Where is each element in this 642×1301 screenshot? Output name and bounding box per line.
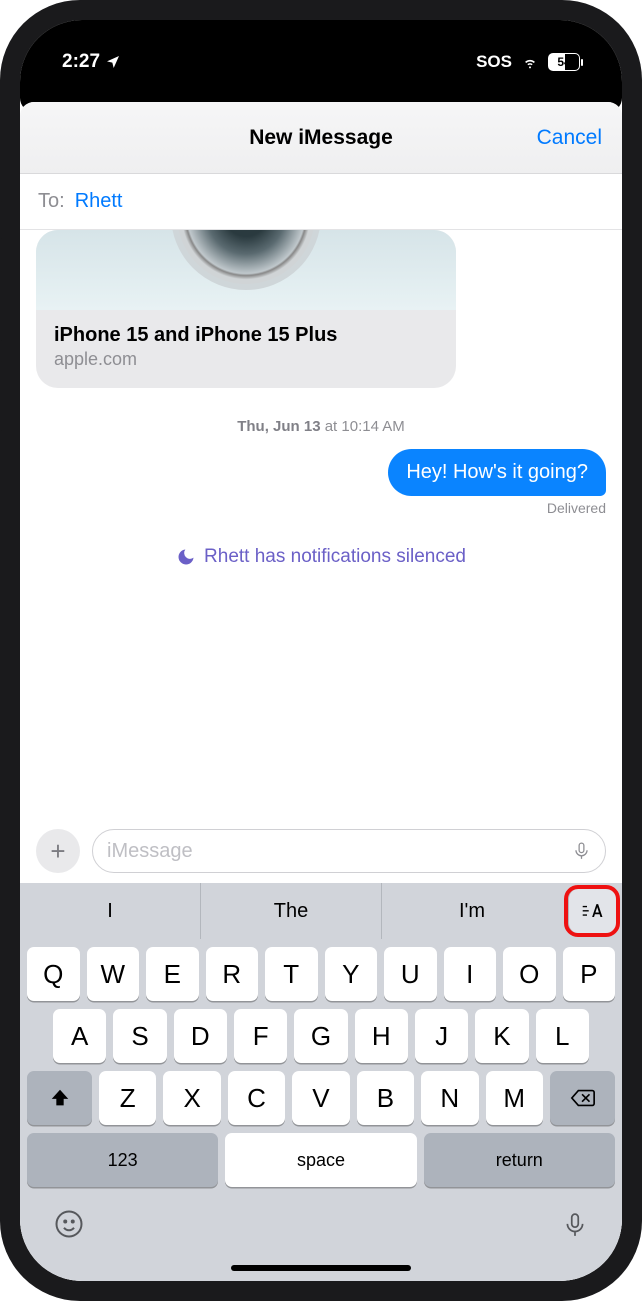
emoji-icon[interactable]	[54, 1209, 84, 1239]
key-r[interactable]: R	[206, 947, 259, 1001]
key-q[interactable]: Q	[27, 947, 80, 1001]
key-i[interactable]: I	[444, 947, 497, 1001]
key-a[interactable]: A	[53, 1009, 106, 1063]
key-o[interactable]: O	[503, 947, 556, 1001]
recipient-field[interactable]: To: Rhett	[20, 174, 622, 230]
space-key[interactable]: space	[225, 1133, 416, 1187]
suggestion-1[interactable]: I	[20, 883, 200, 939]
nav-header: New iMessage Cancel	[20, 102, 622, 174]
message-timestamp: Thu, Jun 13 at 10:14 AM	[36, 418, 606, 435]
key-u[interactable]: U	[384, 947, 437, 1001]
key-h[interactable]: H	[355, 1009, 408, 1063]
key-s[interactable]: S	[113, 1009, 166, 1063]
dynamic-island	[246, 42, 396, 84]
message-input[interactable]: iMessage	[92, 829, 606, 873]
add-attachment-button[interactable]: +	[36, 829, 80, 873]
suggestion-2[interactable]: The	[200, 883, 381, 939]
mic-icon[interactable]	[572, 839, 591, 863]
key-z[interactable]: Z	[99, 1071, 156, 1125]
key-j[interactable]: J	[415, 1009, 468, 1063]
dictation-icon[interactable]	[562, 1209, 588, 1241]
notifications-silenced-notice[interactable]: Rhett has notifications silenced	[36, 546, 606, 568]
home-indicator[interactable]	[231, 1265, 411, 1271]
key-k[interactable]: K	[475, 1009, 528, 1063]
key-y[interactable]: Y	[325, 947, 378, 1001]
moon-icon	[176, 547, 196, 567]
link-title: iPhone 15 and iPhone 15 Plus	[54, 324, 438, 347]
text-format-button[interactable]	[568, 889, 616, 933]
key-v[interactable]: V	[292, 1071, 349, 1125]
shift-key[interactable]	[27, 1071, 92, 1125]
shift-icon	[49, 1087, 71, 1109]
sent-message-bubble[interactable]: Hey! How's it going?	[388, 449, 606, 496]
key-x[interactable]: X	[163, 1071, 220, 1125]
key-d[interactable]: D	[174, 1009, 227, 1063]
key-w[interactable]: W	[87, 947, 140, 1001]
cancel-button[interactable]: Cancel	[537, 126, 602, 150]
wifi-icon	[520, 54, 540, 70]
location-icon	[105, 54, 121, 70]
keyboard: I The I'm QWERTYUIOP ASDFGHJKL ZXCVBNM	[20, 883, 622, 1281]
numbers-key[interactable]: 123	[27, 1133, 218, 1187]
return-key[interactable]: return	[424, 1133, 615, 1187]
key-c[interactable]: C	[228, 1071, 285, 1125]
text-format-icon	[581, 902, 605, 920]
sos-indicator: SOS	[476, 52, 512, 72]
key-l[interactable]: L	[536, 1009, 589, 1063]
message-placeholder: iMessage	[107, 840, 193, 863]
key-p[interactable]: P	[563, 947, 616, 1001]
backspace-key[interactable]	[550, 1071, 615, 1125]
link-preview[interactable]: iPhone 15 and iPhone 15 Plus apple.com	[36, 230, 456, 388]
suggestion-3[interactable]: I'm	[381, 883, 562, 939]
backspace-icon	[570, 1088, 596, 1108]
key-f[interactable]: F	[234, 1009, 287, 1063]
page-title: New iMessage	[249, 126, 393, 150]
recipient-name[interactable]: Rhett	[75, 190, 123, 213]
link-domain: apple.com	[54, 349, 438, 370]
link-preview-image	[36, 230, 456, 310]
to-label: To:	[38, 190, 65, 213]
key-b[interactable]: B	[357, 1071, 414, 1125]
key-n[interactable]: N	[421, 1071, 478, 1125]
battery-indicator: 54	[548, 53, 580, 71]
key-m[interactable]: M	[486, 1071, 543, 1125]
key-e[interactable]: E	[146, 947, 199, 1001]
status-time: 2:27	[62, 51, 100, 73]
key-t[interactable]: T	[265, 947, 318, 1001]
key-g[interactable]: G	[294, 1009, 347, 1063]
delivery-status: Delivered	[36, 500, 606, 516]
